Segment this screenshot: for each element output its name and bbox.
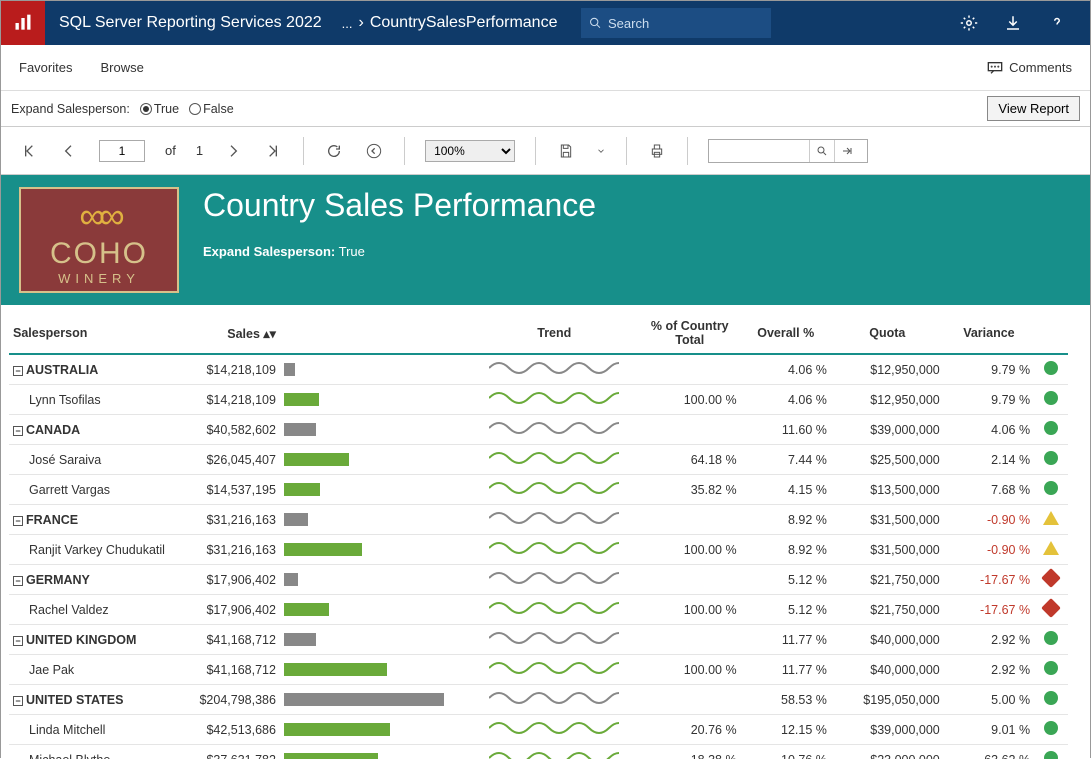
zoom-select[interactable]: 100% bbox=[425, 140, 515, 162]
expand-toggle[interactable]: − bbox=[13, 426, 23, 436]
expand-toggle[interactable]: − bbox=[13, 516, 23, 526]
page-of-label: of bbox=[165, 143, 176, 158]
prev-page-button[interactable] bbox=[59, 141, 79, 161]
salesperson-row: Lynn Tsofilas $14,218,109 100.00 % 4.06 … bbox=[9, 385, 1068, 415]
salesperson-row: Linda Mitchell $42,513,686 20.76 % 12.15… bbox=[9, 715, 1068, 745]
country-row: −FRANCE $31,216,163 8.92 % $31,500,000 -… bbox=[9, 505, 1068, 535]
radio-true[interactable]: True bbox=[140, 102, 179, 116]
kpi-indicator bbox=[1044, 691, 1058, 705]
find-box bbox=[708, 139, 868, 163]
col-pct-country[interactable]: % of Country Total bbox=[639, 313, 741, 354]
gear-icon[interactable] bbox=[960, 14, 978, 32]
country-row: −UNITED KINGDOM $41,168,712 11.77 % $40,… bbox=[9, 625, 1068, 655]
kpi-indicator bbox=[1044, 631, 1058, 645]
find-next-button[interactable] bbox=[835, 145, 859, 157]
report-header: ∞∞ COHO WINERY Country Sales Performance… bbox=[1, 175, 1090, 305]
salesperson-row: Garrett Vargas $14,537,195 35.82 % 4.15 … bbox=[9, 475, 1068, 505]
find-button[interactable] bbox=[810, 145, 834, 157]
sales-table: Salesperson Sales ▴▾ Trend % of Country … bbox=[9, 313, 1068, 759]
expand-toggle[interactable]: − bbox=[13, 576, 23, 586]
kpi-indicator bbox=[1041, 568, 1061, 588]
kpi-indicator bbox=[1044, 451, 1058, 465]
search-icon bbox=[589, 16, 602, 30]
save-button[interactable] bbox=[556, 141, 576, 161]
salesperson-row: Michael Blythe $37,631,782 18.38 % 10.76… bbox=[9, 745, 1068, 759]
salesperson-row: Jae Pak $41,168,712 100.00 % 11.77 % $40… bbox=[9, 655, 1068, 685]
kpi-indicator bbox=[1041, 598, 1061, 618]
comments-label: Comments bbox=[1009, 60, 1072, 75]
report-viewport[interactable]: ∞∞ COHO WINERY Country Sales Performance… bbox=[1, 175, 1090, 759]
search-box[interactable] bbox=[581, 8, 771, 38]
nav-tabs: Favorites Browse Comments bbox=[1, 45, 1090, 91]
viewer-toolbar: of 1 100% bbox=[1, 127, 1090, 175]
kpi-indicator bbox=[1044, 721, 1058, 735]
view-report-button[interactable]: View Report bbox=[987, 96, 1080, 121]
comment-icon bbox=[987, 61, 1003, 75]
country-row: −AUSTRALIA $14,218,109 4.06 % $12,950,00… bbox=[9, 354, 1068, 385]
page-number-input[interactable] bbox=[99, 140, 145, 162]
help-icon[interactable] bbox=[1048, 14, 1066, 32]
country-row: −UNITED STATES $204,798,386 58.53 % $195… bbox=[9, 685, 1068, 715]
report-title: Country Sales Performance bbox=[203, 187, 596, 224]
print-button[interactable] bbox=[647, 141, 667, 161]
back-button[interactable] bbox=[364, 141, 384, 161]
kpi-indicator bbox=[1043, 541, 1059, 555]
refresh-button[interactable] bbox=[324, 141, 344, 161]
last-page-button[interactable] bbox=[263, 141, 283, 161]
save-dropdown[interactable] bbox=[596, 141, 606, 161]
kpi-indicator bbox=[1044, 391, 1058, 405]
page-total: 1 bbox=[196, 143, 203, 158]
radio-false[interactable]: False bbox=[189, 102, 234, 116]
next-page-button[interactable] bbox=[223, 141, 243, 161]
col-sales[interactable]: Sales ▴▾ bbox=[178, 313, 280, 354]
first-page-button[interactable] bbox=[19, 141, 39, 161]
expand-toggle[interactable]: − bbox=[13, 696, 23, 706]
expand-toggle[interactable]: − bbox=[13, 636, 23, 646]
country-row: −GERMANY $17,906,402 5.12 % $21,750,000 … bbox=[9, 565, 1068, 595]
breadcrumb-ellipsis[interactable]: ... bbox=[336, 16, 359, 31]
app-header: SQL Server Reporting Services 2022 ... ›… bbox=[1, 1, 1090, 45]
company-logo: ∞∞ COHO WINERY bbox=[19, 187, 179, 293]
breadcrumb-sep: › bbox=[359, 14, 364, 32]
tab-favorites[interactable]: Favorites bbox=[19, 60, 72, 75]
chart-icon bbox=[13, 13, 33, 33]
parameter-bar: Expand Salesperson: True False View Repo… bbox=[1, 91, 1090, 127]
app-logo[interactable] bbox=[1, 1, 45, 45]
col-quota[interactable]: Quota bbox=[831, 313, 944, 354]
search-input[interactable] bbox=[608, 16, 763, 31]
country-row: −CANADA $40,582,602 11.60 % $39,000,000 … bbox=[9, 415, 1068, 445]
kpi-indicator bbox=[1044, 421, 1058, 435]
kpi-indicator bbox=[1044, 661, 1058, 675]
download-icon[interactable] bbox=[1004, 14, 1022, 32]
tab-browse[interactable]: Browse bbox=[100, 60, 143, 75]
kpi-indicator bbox=[1043, 511, 1059, 525]
col-overall[interactable]: Overall % bbox=[741, 313, 831, 354]
app-title: SQL Server Reporting Services 2022 bbox=[45, 14, 336, 32]
col-salesperson[interactable]: Salesperson bbox=[9, 313, 178, 354]
col-trend[interactable]: Trend bbox=[470, 313, 639, 354]
salesperson-row: José Saraiva $26,045,407 64.18 % 7.44 % … bbox=[9, 445, 1068, 475]
param-label: Expand Salesperson: bbox=[11, 102, 130, 116]
comments-button[interactable]: Comments bbox=[987, 60, 1072, 75]
breadcrumb-report[interactable]: CountrySalesPerformance bbox=[370, 14, 558, 32]
report-param-display: Expand Salesperson: True bbox=[203, 244, 596, 259]
col-variance[interactable]: Variance bbox=[944, 313, 1034, 354]
kpi-indicator bbox=[1044, 481, 1058, 495]
kpi-indicator bbox=[1044, 361, 1058, 375]
salesperson-row: Rachel Valdez $17,906,402 100.00 % 5.12 … bbox=[9, 595, 1068, 625]
find-input[interactable] bbox=[709, 144, 809, 158]
salesperson-row: Ranjit Varkey Chudukatil $31,216,163 100… bbox=[9, 535, 1068, 565]
expand-toggle[interactable]: − bbox=[13, 366, 23, 376]
